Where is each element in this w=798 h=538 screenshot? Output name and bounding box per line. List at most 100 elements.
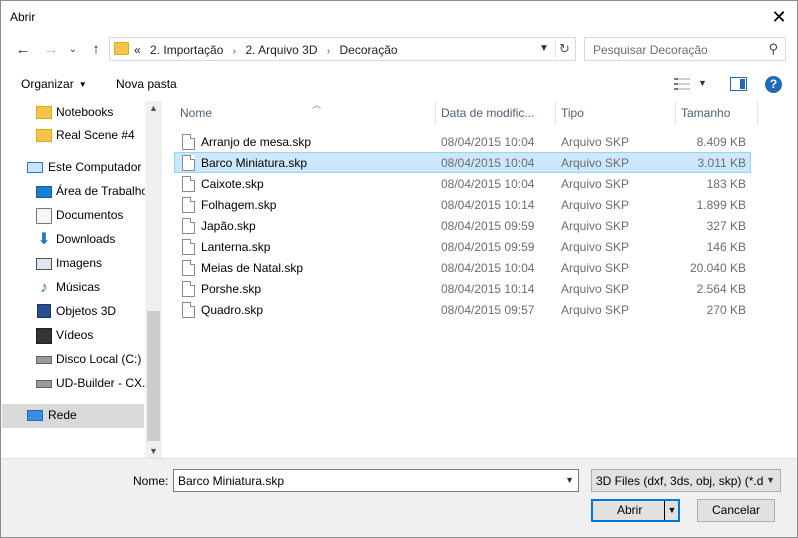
sidebar-item-this-pc[interactable]: Este Computador	[2, 156, 144, 180]
file-row[interactable]: Caixote.skp 08/04/2015 10:04 Arquivo SKP…	[174, 173, 751, 194]
search-input[interactable]: Pesquisar Decoração ⚲	[584, 37, 786, 61]
sidebar-item-label: Imagens	[56, 256, 103, 270]
filename-value[interactable]: Barco Miniatura.skp	[178, 474, 284, 488]
sidebar-item-label: Real Scene #4	[56, 128, 135, 142]
column-header-name[interactable]: Nome ︿	[174, 100, 436, 125]
file-type-filter[interactable]: 3D Files (dxf, 3ds, obj, skp) (*.dxf ▼	[591, 469, 781, 492]
chevron-right-icon[interactable]: ›	[327, 46, 330, 57]
file-date: 08/04/2015 10:04	[441, 135, 535, 149]
scrollbar-thumb[interactable]	[147, 311, 160, 441]
file-name: Quadro.skp	[201, 303, 264, 317]
file-icon	[182, 176, 195, 192]
close-icon[interactable]: ✕	[767, 5, 791, 29]
scroll-down-icon[interactable]: ▼	[149, 446, 158, 456]
pictures-icon	[36, 258, 52, 270]
sidebar-item-pictures[interactable]: Imagens	[2, 252, 144, 276]
file-name: Caixote.skp	[201, 177, 264, 191]
preview-pane-icon[interactable]	[730, 77, 747, 91]
desktop-icon	[36, 186, 52, 198]
filename-combobox[interactable]: Barco Miniatura.skp ▼	[173, 469, 579, 492]
file-icon	[182, 260, 195, 276]
file-name: Barco Miniatura.skp	[201, 156, 308, 170]
organize-button[interactable]: Organizar ▼	[21, 77, 87, 91]
breadcrumb-item[interactable]: Decoração	[340, 43, 398, 57]
file-list: Nome ︿ Data de modific... Tipo Tamanho A…	[163, 100, 797, 458]
sidebar-item-real-scene[interactable]: Real Scene #4	[2, 124, 144, 148]
breadcrumb-item[interactable]: 2. Arquivo 3D	[245, 43, 317, 57]
file-size: 146 KB	[706, 240, 746, 254]
file-icon	[182, 302, 195, 318]
refresh-icon[interactable]: ↻	[555, 40, 573, 58]
breadcrumb-item[interactable]: 2. Importação	[150, 43, 223, 57]
forward-arrow-icon[interactable]: →	[41, 40, 61, 60]
file-type: Arquivo SKP	[561, 135, 630, 149]
file-type: Arquivo SKP	[561, 156, 630, 170]
sort-ascending-icon: ︿	[312, 100, 322, 110]
sidebar-scrollbar[interactable]: ▲ ▼	[145, 101, 162, 458]
file-row[interactable]: Japão.skp 08/04/2015 09:59 Arquivo SKP 3…	[174, 215, 751, 236]
chevron-down-icon[interactable]: ▼	[565, 475, 574, 485]
open-file-dialog: Abrir ✕ ← → ⌄ ↑ « 2. Importação › 2. Arq…	[0, 0, 798, 538]
file-size: 183 KB	[706, 177, 746, 191]
breadcrumb-overflow[interactable]: «	[134, 43, 141, 57]
file-row[interactable]: Lanterna.skp 08/04/2015 09:59 Arquivo SK…	[174, 236, 751, 257]
chevron-right-icon[interactable]: ›	[233, 46, 236, 57]
sidebar-item-label: Objetos 3D	[56, 304, 117, 318]
sidebar-item-videos[interactable]: Vídeos	[2, 324, 144, 348]
sidebar-item-network[interactable]: Rede	[2, 404, 144, 428]
file-row[interactable]: Barco Miniatura.skp 08/04/2015 10:04 Arq…	[174, 152, 751, 173]
chevron-down-icon[interactable]: ▼	[536, 41, 552, 57]
file-date: 08/04/2015 10:04	[441, 156, 535, 170]
file-date: 08/04/2015 10:14	[441, 282, 535, 296]
caret-down-icon[interactable]: ▼	[698, 78, 707, 88]
cancel-button[interactable]: Cancelar	[697, 499, 775, 522]
navigation-pane: Notebooks Real Scene #4 Este Computador …	[2, 101, 162, 458]
file-type: Arquivo SKP	[561, 198, 630, 212]
filename-label: Nome:	[133, 474, 169, 488]
open-button-label: Abrir	[617, 503, 643, 517]
sidebar-item-notebooks[interactable]: Notebooks	[2, 101, 144, 125]
new-folder-button[interactable]: Nova pasta	[116, 77, 177, 91]
column-header-type[interactable]: Tipo	[556, 101, 676, 125]
file-row[interactable]: Folhagem.skp 08/04/2015 10:14 Arquivo SK…	[174, 194, 751, 215]
window-title: Abrir	[10, 10, 36, 24]
column-header-size[interactable]: Tamanho	[676, 101, 758, 125]
chevron-down-icon[interactable]: ▼	[763, 475, 775, 485]
address-bar[interactable]: « 2. Importação › 2. Arquivo 3D › Decora…	[109, 37, 576, 61]
file-size: 1.899 KB	[696, 198, 746, 212]
search-icon[interactable]: ⚲	[768, 41, 778, 57]
file-name: Arranjo de mesa.skp	[201, 135, 312, 149]
sidebar-item-music[interactable]: ♪ Músicas	[2, 276, 144, 300]
organize-label: Organizar	[21, 77, 74, 91]
file-size: 327 KB	[706, 219, 746, 233]
sidebar-item-label: Este Computador	[48, 160, 142, 174]
breadcrumb: « 2. Importação › 2. Arquivo 3D › Decora…	[134, 43, 404, 57]
sidebar-item-label: Downloads	[56, 232, 116, 246]
open-options-caret-icon[interactable]: ▼	[664, 501, 679, 520]
file-icon	[182, 218, 195, 234]
sidebar-item-desktop[interactable]: Área de Trabalho	[2, 180, 148, 204]
sidebar-item-local-disk[interactable]: Disco Local (C:)	[2, 348, 144, 372]
file-row[interactable]: Arranjo de mesa.skp 08/04/2015 10:04 Arq…	[174, 131, 751, 152]
sidebar-item-documents[interactable]: Documentos	[2, 204, 144, 228]
sidebar-item-label: Notebooks	[56, 105, 114, 119]
file-icon	[182, 281, 195, 297]
sidebar-item-ud-builder[interactable]: UD-Builder - CX.	[2, 372, 146, 396]
file-date: 08/04/2015 09:59	[441, 240, 535, 254]
sidebar-item-downloads[interactable]: ⬇ Downloads	[2, 228, 144, 252]
help-icon[interactable]: ?	[765, 76, 782, 93]
file-row[interactable]: Quadro.skp 08/04/2015 09:57 Arquivo SKP …	[174, 299, 751, 320]
file-row[interactable]: Meias de Natal.skp 08/04/2015 10:04 Arqu…	[174, 257, 751, 278]
recent-locations-chevron-icon[interactable]: ⌄	[63, 40, 83, 60]
sidebar-item-3d-objects[interactable]: Objetos 3D	[2, 300, 144, 324]
view-options-icon[interactable]	[674, 77, 690, 91]
up-arrow-icon[interactable]: ↑	[86, 40, 106, 60]
caret-down-icon: ▼	[78, 80, 87, 89]
column-header-date[interactable]: Data de modific...	[436, 101, 556, 125]
scroll-up-icon[interactable]: ▲	[149, 103, 158, 113]
back-arrow-icon[interactable]: ←	[13, 40, 33, 60]
sidebar-item-label: UD-Builder - CX.	[56, 376, 146, 390]
drive-icon	[36, 380, 52, 388]
file-row[interactable]: Porshe.skp 08/04/2015 10:14 Arquivo SKP …	[174, 278, 751, 299]
music-icon: ♪	[40, 279, 48, 296]
